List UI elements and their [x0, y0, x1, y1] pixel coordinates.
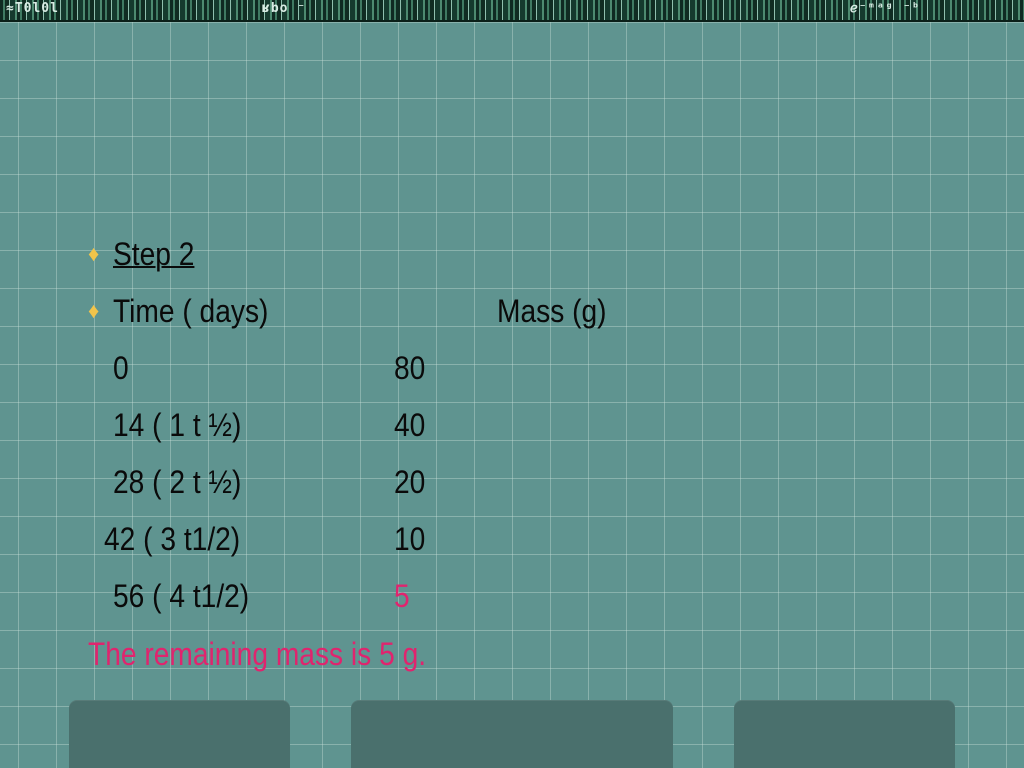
row-time: 56 ( 4 t1/2) [113, 578, 250, 614]
time-column-header: Time ( days) [113, 293, 269, 329]
row-mass: 10 [394, 521, 426, 557]
row-mass: 80 [394, 350, 426, 386]
conclusion-text: The remaining mass is 5 g. [88, 636, 427, 672]
row-time: 28 ( 2 t ½) [113, 464, 242, 500]
diamond-bullet-icon: ♦ [88, 241, 100, 266]
bottom-decor-tab-right [734, 700, 955, 768]
slide-content: ♦ Step 2 ♦ Time ( days) Mass (g) 0 80 14… [0, 0, 1024, 768]
bottom-decor-tab-left [69, 700, 290, 768]
row-mass-highlight: 5 [394, 578, 410, 614]
mass-column-header: Mass (g) [497, 293, 607, 329]
row-time: 0 [113, 350, 129, 386]
step-title: Step 2 [113, 236, 195, 272]
row-mass: 20 [394, 464, 426, 500]
row-time: 14 ( 1 t ½) [113, 407, 242, 443]
diamond-bullet-icon: ♦ [88, 298, 100, 323]
row-mass: 40 [394, 407, 426, 443]
bottom-decor-tab-center [351, 700, 673, 768]
row-time: 42 ( 3 t1/2) [104, 521, 241, 557]
